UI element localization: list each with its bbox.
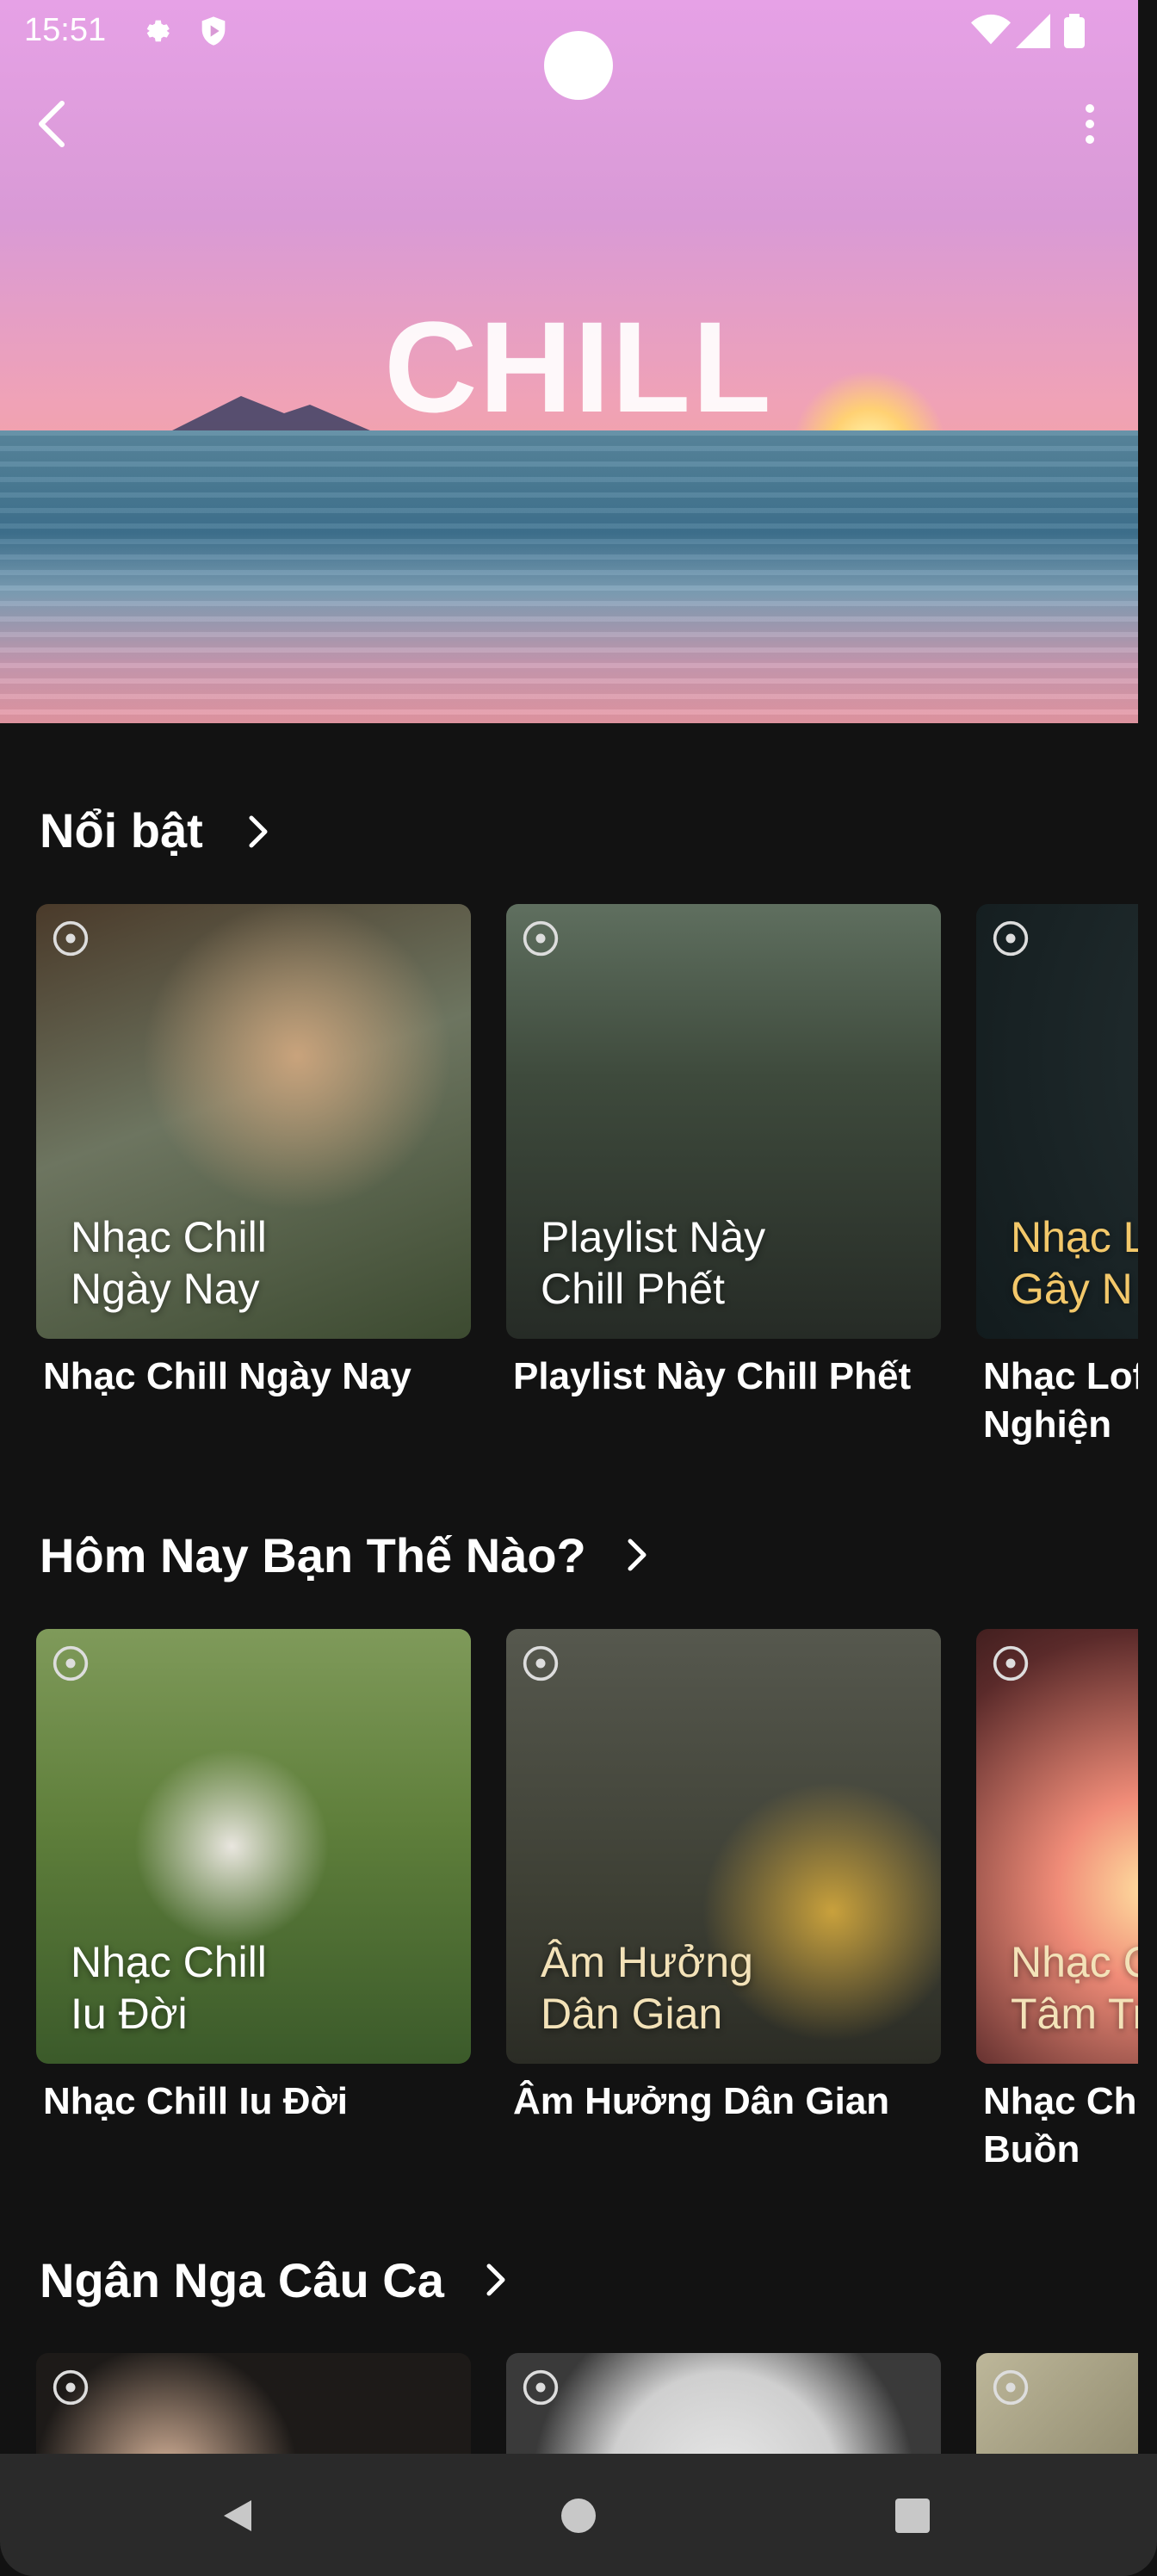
disc-icon [523,920,559,957]
playlist-title: Nhạc Chill Ngày Nay [43,1355,411,1397]
disc-icon [53,2369,89,2406]
disc-icon [53,1645,89,1681]
playlist-title: Âm Hưởng Dân Gian [513,2080,890,2122]
playlist-title: Nhạc Chi Buồn [983,2080,1138,2170]
playlist-cover [36,2353,471,2465]
playlist-card[interactable]: Âm Hưởng Dân Gian Âm Hưởng Dân Gian [506,1629,941,2126]
disc-icon [53,920,89,957]
cover-text: Playlist Này Chill Phết [541,1213,766,1313]
playlist-card[interactable]: Playlist Này Chill Phết Playlist Này Chil… [506,904,941,1401]
cover-text: Nhạc Chill Iu Đời [71,1938,267,2038]
playlist-title: Nhạc Chill Iu Đời [43,2080,348,2122]
playlist-cover: Âm Hưởng Dân Gian [506,1629,941,2064]
playlist-card[interactable] [976,2353,1138,2465]
settings-icon [138,14,172,53]
playlist-title: Nhạc Lof Nghiện [983,1355,1138,1446]
signal-icon [1016,14,1050,53]
page: CHILL 15:51 Nổi bật Nhạc Chill Ngày Nay … [0,0,1138,2576]
chevron-left-icon [39,101,65,147]
disc-icon [993,2369,1029,2406]
playlist-card[interactable] [506,2353,941,2465]
playlist-cover: Nhạc Chill Ngày Nay [36,904,471,1339]
disc-icon [993,1645,1029,1681]
more-vertical-icon [1086,104,1094,144]
triangle-back-icon[interactable] [217,2495,258,2536]
cover-text: Âm Hưởng Dân Gian [541,1938,753,2038]
disc-icon [523,2369,559,2406]
playlist-card[interactable]: Nhạc L Gây N Nhạc Lof Nghiện [976,904,1138,1449]
camera-cutout [544,31,613,100]
sea-graphic [0,430,1138,723]
cover-text: Nhạc Chill Ngày Nay [71,1213,267,1313]
chevron-right-icon[interactable] [620,1533,654,1577]
playlist-cover [976,2353,1138,2465]
battery-icon [1064,14,1085,53]
section-title-hom-nay[interactable]: Hôm Nay Bạn Thế Nào? [40,1527,586,1583]
hero-banner: CHILL 15:51 [0,0,1138,723]
playlist-card[interactable] [36,2353,471,2465]
playlist-cover: Nhạc CTâm Tr [976,1629,1138,2064]
cover-text: Nhạc CTâm Tr [1011,1938,1138,2038]
playlist-title: Playlist Này Chill Phết [513,1355,912,1397]
shield-icon [196,14,231,53]
disc-icon [523,1645,559,1681]
square-recents-icon[interactable] [892,2495,933,2536]
chevron-right-icon[interactable] [241,809,275,854]
playlist-cover: Playlist Này Chill Phết [506,904,941,1339]
cover-text: Nhạc L Gây N [1011,1213,1138,1313]
circle-home-icon[interactable] [558,2495,599,2536]
disc-icon [993,920,1029,957]
card-row-ngan-nga [0,2353,1138,2465]
section-title-ngan-nga[interactable]: Ngân Nga Câu Ca [40,2252,444,2308]
wifi-icon [971,14,1011,53]
playlist-cover: Nhạc Chill Iu Đời [36,1629,471,2064]
more-options-button[interactable] [1055,90,1124,158]
card-row-noi-bat: Nhạc Chill Ngày Nay Nhạc Chill Ngày Nay P… [0,904,1138,1446]
system-nav-bar [0,2454,1157,2576]
playlist-card[interactable]: Nhạc Chill Iu Đời Nhạc Chill Iu Đời [36,1629,471,2126]
hero-title: CHILL [384,294,773,439]
playlist-cover: Nhạc L Gây N [976,904,1138,1339]
playlist-card[interactable]: Nhạc CTâm Tr Nhạc Chi Buồn [976,1629,1138,2174]
chevron-right-icon[interactable] [479,2257,513,2302]
playlist-card[interactable]: Nhạc Chill Ngày Nay Nhạc Chill Ngày Nay [36,904,471,1401]
playlist-cover [506,2353,941,2465]
back-button[interactable] [21,90,90,158]
section-title-noi-bat[interactable]: Nổi bật [40,802,203,858]
card-row-hom-nay: Nhạc Chill Iu Đời Nhạc Chill Iu Đời Âm Hư… [0,1629,1138,2170]
status-time: 15:51 [24,12,107,48]
